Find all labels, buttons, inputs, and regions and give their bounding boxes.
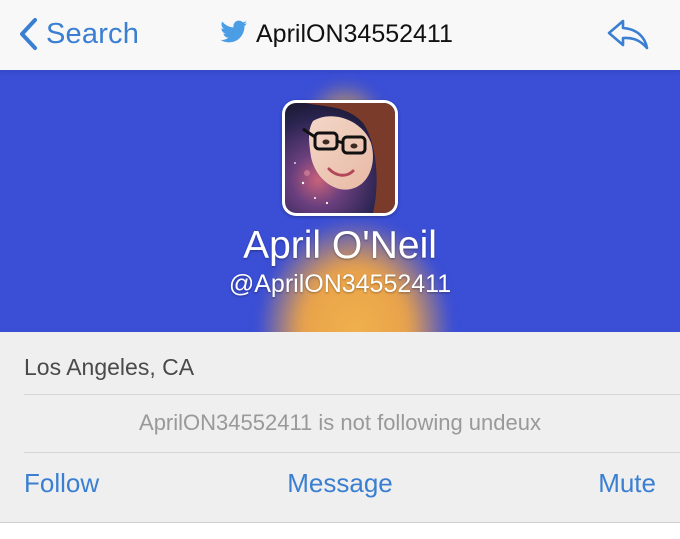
nav-title: AprilON34552411 (220, 14, 453, 54)
profile-location: Los Angeles, CA (24, 354, 195, 380)
follow-status-text: AprilON34552411 is not following undeux (139, 410, 541, 435)
nav-bar: Search AprilON34552411 (0, 0, 680, 70)
divider (0, 522, 680, 523)
profile-info-panel: Los Angeles, CA AprilON34552411 is not f… (0, 332, 680, 522)
chevron-left-icon (18, 17, 38, 51)
mute-button[interactable]: Mute (598, 468, 656, 499)
profile-header-banner: April O'Neil @AprilON34552411 (0, 70, 680, 332)
avatar-photo (285, 103, 395, 213)
reply-button[interactable] (606, 18, 650, 52)
avatar[interactable] (282, 100, 398, 216)
message-button-row: Message (0, 468, 680, 499)
divider (24, 394, 680, 395)
divider (24, 452, 680, 453)
profile-screen: Search AprilON34552411 April O'Neil @Apr… (0, 0, 680, 539)
profile-display-name: April O'Neil (243, 224, 437, 267)
back-button[interactable]: Search (18, 14, 139, 54)
profile-handle: @AprilON34552411 (228, 270, 452, 298)
back-label: Search (46, 17, 140, 50)
message-button[interactable]: Message (287, 468, 393, 498)
reply-icon (606, 18, 650, 52)
twitter-bird-icon (220, 20, 248, 49)
nav-title-text: AprilON34552411 (256, 19, 453, 48)
